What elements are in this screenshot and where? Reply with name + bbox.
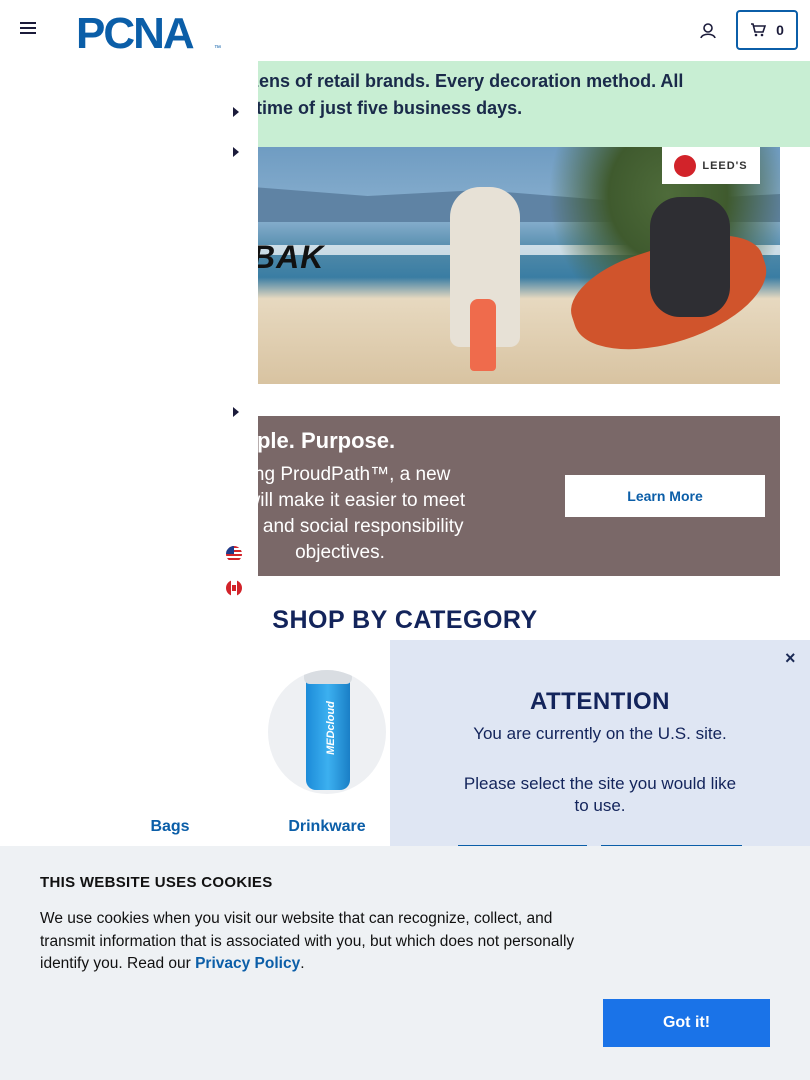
category-image: MEDcloud [268,670,386,794]
hamburger-menu-icon[interactable] [20,22,36,38]
cookie-end: . [300,955,305,972]
chevron-right-icon[interactable] [233,147,239,157]
cookie-body: We use cookies when you visit our websit… [40,910,575,972]
site-header: PCNA ™ 0 [0,0,810,61]
attention-prompt: Please select the site you would like to… [463,774,737,815]
shop-by-category-title: SHOP BY CATEGORY [272,606,538,634]
tumbler-brand-text: MEDcloud [325,701,337,755]
hero-bottle [470,299,496,371]
brand-badge-leeds: LEED'S [662,147,760,184]
svg-text:PCNA: PCNA [76,10,194,52]
cookie-text: We use cookies when you visit our websit… [40,908,610,976]
leeds-label: LEED'S [702,159,748,172]
cookie-banner: THIS WEBSITE USES COOKIES We use cookies… [0,846,810,1080]
learn-more-button[interactable]: Learn More [565,475,765,517]
tumbler-lid [304,670,352,684]
attention-message: You are currently on the U.S. site. [473,724,727,743]
leeds-logo-icon [674,154,697,177]
got-it-button[interactable]: Got it! [603,999,770,1047]
chevron-right-icon[interactable] [233,107,239,117]
shopping-cart-icon [751,23,767,37]
user-icon[interactable] [698,21,718,41]
category-drinkware[interactable]: MEDcloud Drinkware [265,670,389,836]
attention-title: ATTENTION [529,688,671,715]
chevron-right-icon[interactable] [233,407,239,417]
close-icon[interactable]: × [785,648,796,669]
category-label: Drinkware [288,818,366,835]
cart-count: 0 [776,22,784,38]
cart-button[interactable]: 0 [736,10,798,50]
cookie-title: THIS WEBSITE USES COOKIES [40,874,273,891]
category-label: Bags [150,818,190,835]
svg-text:™: ™ [214,45,221,52]
site-selection-modal: × ATTENTION You are currently on the U.S… [390,640,810,849]
page: roducts. Dozens of retail brands. Every … [0,0,810,1080]
pcna-logo[interactable]: PCNA ™ [76,10,224,52]
hero-person [650,197,730,317]
privacy-policy-link[interactable]: Privacy Policy [195,955,300,972]
brand-logo-bak: BAK [252,239,325,275]
us-flag-icon[interactable] [226,546,242,562]
category-bags[interactable]: Bags [108,670,232,836]
canada-flag-icon[interactable] [226,580,242,596]
category-image [111,670,229,794]
